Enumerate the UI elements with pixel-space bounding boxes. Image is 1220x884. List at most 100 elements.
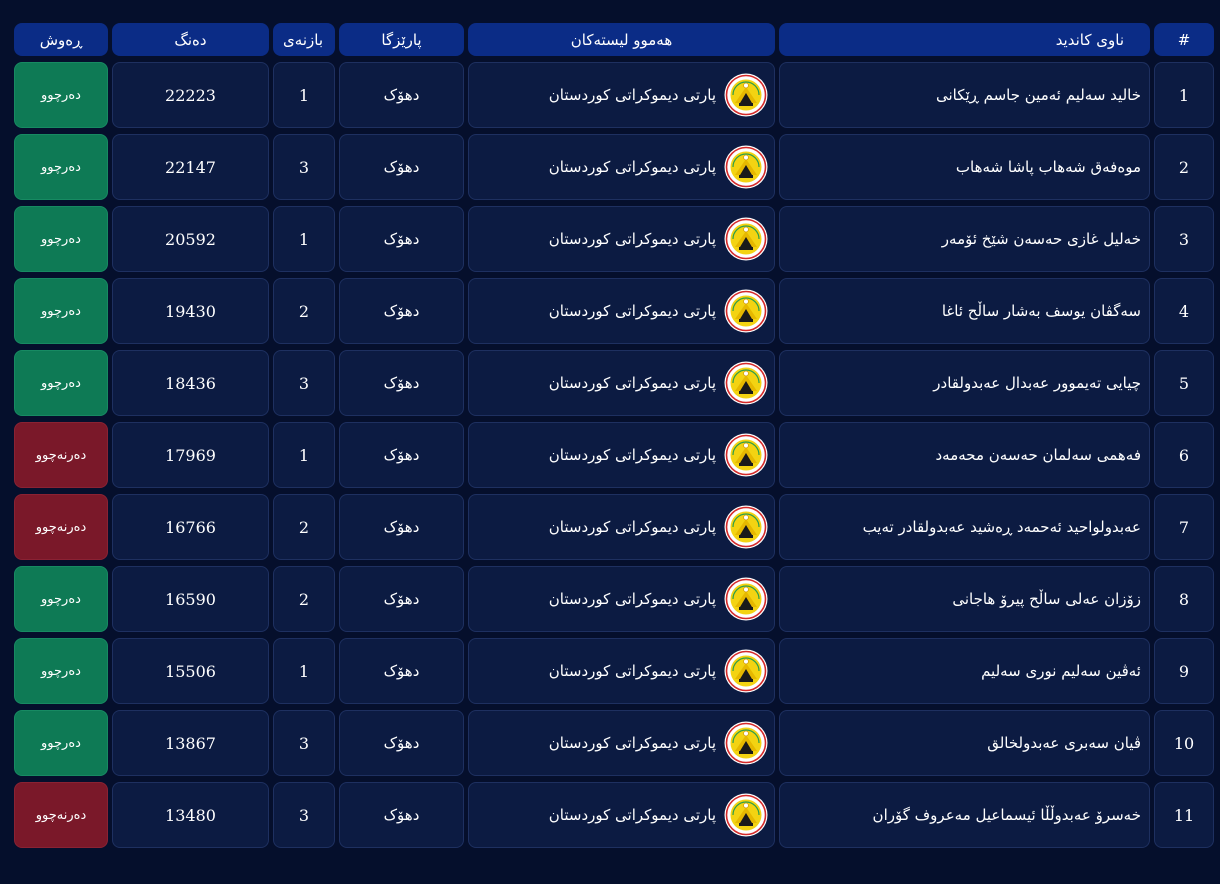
candidate-name: خەلیل غازی حەسەن شێخ ئۆمەر xyxy=(779,206,1150,272)
seat-number: 3 xyxy=(273,782,335,848)
row-number: 1 xyxy=(1154,62,1214,128)
vote-count: 13867 xyxy=(112,710,269,776)
party-list-cell: پارتی دیموکراتی کوردستان xyxy=(468,278,775,344)
status-badge: دەرچوو xyxy=(14,134,108,200)
vote-count: 19430 xyxy=(112,278,269,344)
party-name: پارتی دیموکراتی کوردستان xyxy=(548,734,716,752)
kdp-logo-icon xyxy=(724,289,768,333)
province: دهۆک xyxy=(339,782,464,848)
seat-number: 3 xyxy=(273,350,335,416)
candidate-name: سەگڤان یوسف بەشار ساڵح ئاغا xyxy=(779,278,1150,344)
candidate-name: موەفەق شەهاب پاشا شەهاب xyxy=(779,134,1150,200)
kdp-logo-icon xyxy=(724,793,768,837)
table-row[interactable]: 6 فەهمی سەلمان حەسەن محەمەد پارتی دیموکر… xyxy=(14,422,1214,488)
row-number: 3 xyxy=(1154,206,1214,272)
status-badge: دەرچوو xyxy=(14,278,108,344)
row-number: 4 xyxy=(1154,278,1214,344)
province: دهۆک xyxy=(339,62,464,128)
kdp-logo-icon xyxy=(724,73,768,117)
row-number: 10 xyxy=(1154,710,1214,776)
party-list-cell: پارتی دیموکراتی کوردستان xyxy=(468,494,775,560)
party-list-cell: پارتی دیموکراتی کوردستان xyxy=(468,422,775,488)
party-name: پارتی دیموکراتی کوردستان xyxy=(548,158,716,176)
party-name: پارتی دیموکراتی کوردستان xyxy=(548,662,716,680)
status-badge: دەرنەچوو xyxy=(14,782,108,848)
candidate-name: ڤیان سەبری عەبدولخالق xyxy=(779,710,1150,776)
party-list-cell: پارتی دیموکراتی کوردستان xyxy=(468,782,775,848)
province: دهۆک xyxy=(339,134,464,200)
header-status[interactable]: ڕەوش xyxy=(14,23,108,56)
table-row[interactable]: 10 ڤیان سەبری عەبدولخالق پارتی دیموکراتی… xyxy=(14,710,1214,776)
party-list-cell: پارتی دیموکراتی کوردستان xyxy=(468,134,775,200)
table-row[interactable]: 9 ئەڤین سەلیم نوری سەلیم پارتی دیموکراتی… xyxy=(14,638,1214,704)
kdp-logo-icon xyxy=(724,505,768,549)
party-name: پارتی دیموکراتی کوردستان xyxy=(548,302,716,320)
party-name: پارتی دیموکراتی کوردستان xyxy=(548,86,716,104)
row-number: 7 xyxy=(1154,494,1214,560)
table-row[interactable]: 11 خەسرۆ عەبدوڵڵا ئیسماعیل مەعروف گۆران … xyxy=(14,782,1214,848)
table-row[interactable]: 3 خەلیل غازی حەسەن شێخ ئۆمەر پارتی دیموک… xyxy=(14,206,1214,272)
seat-number: 1 xyxy=(273,638,335,704)
seat-number: 2 xyxy=(273,278,335,344)
vote-count: 22223 xyxy=(112,62,269,128)
party-name: پارتی دیموکراتی کوردستان xyxy=(548,446,716,464)
candidate-name: فەهمی سەلمان حەسەن محەمەد xyxy=(779,422,1150,488)
province: دهۆک xyxy=(339,350,464,416)
party-list-cell: پارتی دیموکراتی کوردستان xyxy=(468,62,775,128)
status-badge: دەرچوو xyxy=(14,638,108,704)
party-name: پارتی دیموکراتی کوردستان xyxy=(548,518,716,536)
results-page: # ناوی کاندید هەموو لیستەکان پارێزگا باز… xyxy=(0,0,1220,884)
status-badge: دەرچوو xyxy=(14,206,108,272)
party-name: پارتی دیموکراتی کوردستان xyxy=(548,806,716,824)
province: دهۆک xyxy=(339,278,464,344)
party-name: پارتی دیموکراتی کوردستان xyxy=(548,230,716,248)
candidate-name: زۆزان عەلی ساڵح پیرۆ هاجانی xyxy=(779,566,1150,632)
seat-number: 3 xyxy=(273,710,335,776)
table-row[interactable]: 1 خالید سەلیم ئەمین جاسم ڕێکانی پارتی دی… xyxy=(14,62,1214,128)
row-number: 8 xyxy=(1154,566,1214,632)
table-row[interactable]: 5 چیایی تەیموور عەبدال عەبدولقادر پارتی … xyxy=(14,350,1214,416)
seat-number: 2 xyxy=(273,566,335,632)
vote-count: 13480 xyxy=(112,782,269,848)
party-name: پارتی دیموکراتی کوردستان xyxy=(548,374,716,392)
kdp-logo-icon xyxy=(724,721,768,765)
seat-number: 2 xyxy=(273,494,335,560)
table-row[interactable]: 4 سەگڤان یوسف بەشار ساڵح ئاغا پارتی دیمو… xyxy=(14,278,1214,344)
status-badge: دەرچوو xyxy=(14,350,108,416)
vote-count: 18436 xyxy=(112,350,269,416)
seat-number: 1 xyxy=(273,422,335,488)
province: دهۆک xyxy=(339,494,464,560)
header-number[interactable]: # xyxy=(1154,23,1214,56)
candidate-name: خالید سەلیم ئەمین جاسم ڕێکانی xyxy=(779,62,1150,128)
kdp-logo-icon xyxy=(724,433,768,477)
candidate-name: عەبدولواحید ئەحمەد ڕەشید عەبدولقادر تەیب xyxy=(779,494,1150,560)
party-list-cell: پارتی دیموکراتی کوردستان xyxy=(468,206,775,272)
vote-count: 17969 xyxy=(112,422,269,488)
status-badge: دەرچوو xyxy=(14,62,108,128)
kdp-logo-icon xyxy=(724,361,768,405)
party-list-cell: پارتی دیموکراتی کوردستان xyxy=(468,566,775,632)
table-row[interactable]: 7 عەبدولواحید ئەحمەد ڕەشید عەبدولقادر تە… xyxy=(14,494,1214,560)
seat-number: 1 xyxy=(273,62,335,128)
header-province[interactable]: پارێزگا xyxy=(339,23,464,56)
vote-count: 22147 xyxy=(112,134,269,200)
row-number: 2 xyxy=(1154,134,1214,200)
party-list-cell: پارتی دیموکراتی کوردستان xyxy=(468,350,775,416)
candidate-name: ئەڤین سەلیم نوری سەلیم xyxy=(779,638,1150,704)
header-seat[interactable]: بازنەی xyxy=(273,23,335,56)
seat-number: 1 xyxy=(273,206,335,272)
header-votes[interactable]: دەنگ xyxy=(112,23,269,56)
province: دهۆک xyxy=(339,422,464,488)
vote-count: 15506 xyxy=(112,638,269,704)
row-number: 11 xyxy=(1154,782,1214,848)
table-row[interactable]: 8 زۆزان عەلی ساڵح پیرۆ هاجانی پارتی دیمو… xyxy=(14,566,1214,632)
header-all-lists[interactable]: هەموو لیستەکان xyxy=(468,23,775,56)
vote-count: 16590 xyxy=(112,566,269,632)
kdp-logo-icon xyxy=(724,217,768,261)
table-row[interactable]: 2 موەفەق شەهاب پاشا شەهاب پارتی دیموکرات… xyxy=(14,134,1214,200)
table-header-row: # ناوی کاندید هەموو لیستەکان پارێزگا باز… xyxy=(14,23,1214,56)
seat-number: 3 xyxy=(273,134,335,200)
province: دهۆک xyxy=(339,206,464,272)
province: دهۆک xyxy=(339,638,464,704)
header-candidate-name[interactable]: ناوی کاندید xyxy=(779,23,1150,56)
